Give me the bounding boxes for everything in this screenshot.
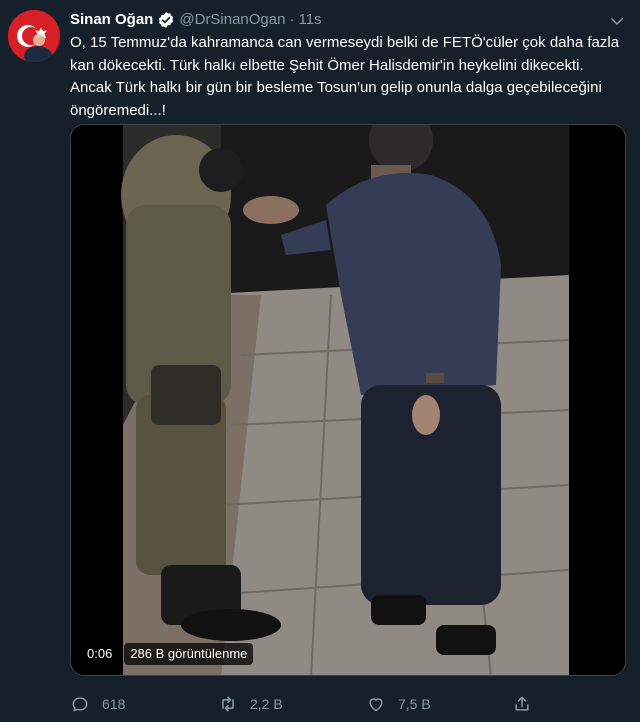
heart-icon [369, 698, 383, 712]
author-handle[interactable]: @DrSinanOgan [179, 10, 285, 30]
retweet-icon [222, 696, 234, 712]
verified-badge-icon [159, 12, 174, 28]
video-duration: 0:06 [81, 643, 119, 665]
video-player[interactable]: 0:06 286 B görüntülenme [70, 124, 626, 676]
tweet-text: O, 15 Temmuz'da kahramanca can vermeseyd… [70, 34, 624, 119]
share-button[interactable] [512, 690, 544, 718]
video-frame [71, 125, 625, 675]
reply-icon [72, 697, 88, 712]
avatar[interactable] [8, 10, 60, 62]
video-views: 286 B görüntülenme [124, 643, 254, 665]
reply-button[interactable]: 618 [70, 690, 125, 718]
profile-photo [8, 10, 60, 62]
like-count: 7,5 B [398, 696, 431, 712]
tweet-actions: 618 2,2 B 7,5 B [70, 690, 590, 718]
tweet-header: Sinan Oğan @DrSinanOgan · 11s [70, 10, 322, 30]
like-button[interactable]: 7,5 B [366, 690, 431, 718]
chevron-down-icon[interactable] [608, 12, 626, 30]
share-icon [515, 696, 529, 711]
reply-count: 618 [102, 696, 126, 712]
retweet-count: 2,2 B [250, 696, 283, 712]
timestamp[interactable]: 11s [298, 10, 321, 30]
retweet-button[interactable]: 2,2 B [218, 690, 283, 718]
video-overlay: 0:06 286 B görüntülenme [81, 643, 254, 665]
header-separator: · [289, 11, 295, 28]
author-name[interactable]: Sinan Oğan [70, 10, 153, 30]
tweet[interactable]: Sinan Oğan @DrSinanOgan · 11s O, 15 Temm… [0, 0, 640, 722]
